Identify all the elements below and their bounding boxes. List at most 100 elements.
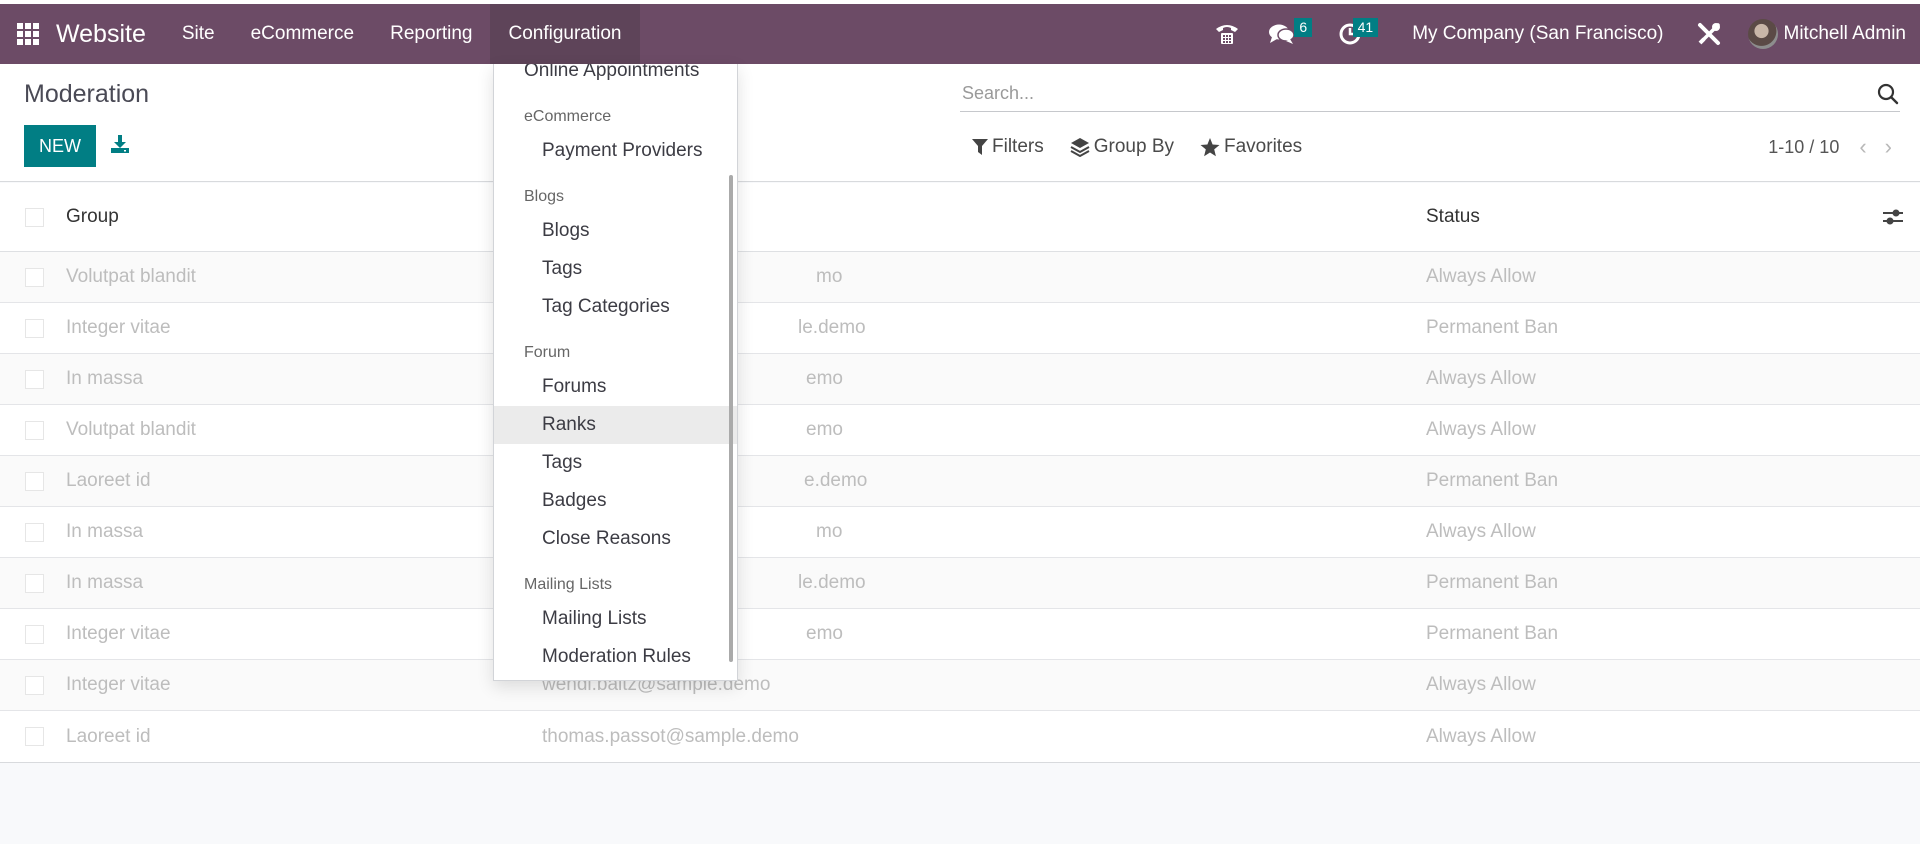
- configuration-dropdown: Online Appointments eCommerce Payment Pr…: [493, 64, 738, 681]
- phone-icon[interactable]: [1200, 4, 1254, 64]
- group-by-button[interactable]: Group By: [1070, 136, 1174, 158]
- control-panel: Moderation NEW Filters Group By: [0, 64, 1920, 182]
- row-checkbox[interactable]: [24, 573, 44, 593]
- section-header-mailing-lists: Mailing Lists: [524, 576, 613, 593]
- search-bar: [960, 76, 1900, 112]
- chat-badge: 6: [1294, 18, 1313, 37]
- list-body: Volutpat blandit mo Always Allow Integer…: [0, 252, 1920, 762]
- page-title: Moderation: [24, 80, 150, 108]
- table-row[interactable]: Integer vitae wendi.baltz@sample.demo Al…: [0, 660, 1920, 711]
- table-row[interactable]: In massa le.demo Permanent Ban: [0, 558, 1920, 609]
- top-navbar: Website Site eCommerce Reporting Configu…: [0, 4, 1920, 64]
- cell-status: Permanent Ban: [1426, 317, 1559, 338]
- menu-item-badges[interactable]: Badges: [494, 482, 737, 520]
- search-input[interactable]: [960, 83, 1876, 104]
- user-menu[interactable]: Mitchell Admin: [1736, 19, 1920, 49]
- cell-status: Always Allow: [1426, 368, 1536, 389]
- cell-status: Always Allow: [1426, 521, 1536, 542]
- cell-status: Always Allow: [1426, 725, 1536, 747]
- menu-item-forum-tags[interactable]: Tags: [494, 444, 737, 482]
- company-switcher[interactable]: My Company (San Francisco): [1390, 23, 1681, 45]
- download-icon[interactable]: [109, 133, 131, 155]
- row-checkbox[interactable]: [24, 675, 44, 695]
- section-header-blogs: Blogs: [524, 188, 565, 205]
- section-header-forum: Forum: [524, 344, 571, 361]
- table-row[interactable]: Integer vitae le.demo Permanent Ban: [0, 303, 1920, 354]
- cell-group: In massa: [66, 368, 144, 389]
- table-row[interactable]: In massa emo Always Allow: [0, 354, 1920, 405]
- section-header-ecommerce: eCommerce: [524, 108, 612, 125]
- row-checkbox[interactable]: [24, 369, 44, 389]
- favorites-button[interactable]: Favorites: [1200, 136, 1302, 158]
- row-checkbox[interactable]: [24, 471, 44, 491]
- cell-email: thomas.passot@sample.demo: [542, 725, 799, 747]
- activity-badge: 41: [1352, 18, 1379, 37]
- chevron-left-icon[interactable]: ‹: [1859, 134, 1866, 160]
- layers-icon: [1070, 138, 1090, 157]
- menu-item-mailing-lists[interactable]: Mailing Lists: [494, 600, 737, 638]
- row-checkbox[interactable]: [24, 727, 44, 746]
- menu-item-blogs[interactable]: Blogs: [494, 212, 737, 250]
- cell-status: Always Allow: [1426, 674, 1536, 695]
- cell-group: Integer vitae: [66, 317, 171, 338]
- menu-item-online-appointments[interactable]: Online Appointments: [494, 64, 737, 90]
- menu-item-ranks[interactable]: Ranks: [494, 406, 737, 444]
- table-row[interactable]: Laoreet id thomas.passot@sample.demo Alw…: [0, 711, 1920, 762]
- menu-configuration[interactable]: Configuration: [490, 4, 640, 64]
- menu-item-close-reasons[interactable]: Close Reasons: [494, 520, 737, 558]
- cell-status: Always Allow: [1426, 419, 1536, 440]
- column-header-group[interactable]: Group: [66, 206, 542, 228]
- chevron-right-icon[interactable]: ›: [1885, 134, 1892, 160]
- menu-site[interactable]: Site: [164, 4, 233, 64]
- chat-icon[interactable]: 6: [1254, 4, 1313, 64]
- select-all-checkbox[interactable]: [24, 207, 44, 227]
- pager-value[interactable]: 1-10 / 10: [1768, 137, 1839, 158]
- cell-group: Integer vitae: [66, 674, 171, 695]
- clock-icon[interactable]: 41: [1324, 4, 1379, 64]
- row-checkbox[interactable]: [24, 318, 44, 338]
- column-header-status[interactable]: Status: [1426, 206, 1866, 228]
- table-row[interactable]: Volutpat blandit mo Always Allow: [0, 252, 1920, 303]
- menu-item-tag-categories[interactable]: Tag Categories: [494, 288, 737, 326]
- menu-item-forums[interactable]: Forums: [494, 368, 737, 406]
- row-checkbox[interactable]: [24, 624, 44, 644]
- search-icon[interactable]: [1876, 82, 1900, 106]
- dropdown-scrollbar[interactable]: [729, 175, 733, 662]
- star-icon: [1200, 137, 1220, 156]
- new-button[interactable]: NEW: [24, 125, 96, 167]
- menu-ecommerce[interactable]: eCommerce: [233, 4, 372, 64]
- cell-group: Integer vitae: [66, 623, 171, 644]
- row-checkbox[interactable]: [24, 267, 44, 287]
- user-name: Mitchell Admin: [1783, 23, 1907, 44]
- apps-grid-icon[interactable]: [0, 4, 56, 64]
- filters-button[interactable]: Filters: [972, 136, 1044, 158]
- cell-group: Volutpat blandit: [66, 419, 196, 440]
- table-row[interactable]: Volutpat blandit emo Always Allow: [0, 405, 1920, 456]
- avatar: [1747, 19, 1778, 49]
- tools-icon[interactable]: [1682, 4, 1736, 64]
- cell-status: Permanent Ban: [1426, 623, 1559, 644]
- table-row[interactable]: Laoreet id e.demo Permanent Ban: [0, 456, 1920, 507]
- table-row[interactable]: In massa mo Always Allow: [0, 507, 1920, 558]
- menu-reporting[interactable]: Reporting: [372, 4, 490, 64]
- filter-icon: [972, 139, 988, 155]
- optional-columns-icon[interactable]: [1866, 207, 1920, 227]
- table-row[interactable]: Integer vitae emo Permanent Ban: [0, 609, 1920, 660]
- moderation-list: Group Status Volutpat blandit mo Always …: [0, 183, 1920, 763]
- row-checkbox[interactable]: [24, 522, 44, 542]
- cell-status: Permanent Ban: [1426, 572, 1559, 593]
- app-name[interactable]: Website: [56, 20, 164, 49]
- menu-item-payment-providers[interactable]: Payment Providers: [494, 132, 737, 170]
- menu-item-moderation-rules[interactable]: Moderation Rules: [494, 638, 737, 676]
- menu-item-blog-tags[interactable]: Tags: [494, 250, 737, 288]
- row-checkbox[interactable]: [24, 420, 44, 440]
- cell-group: In massa: [66, 521, 144, 542]
- cell-group: Volutpat blandit: [66, 266, 196, 287]
- search-options: Filters Group By Favorites: [972, 136, 1328, 158]
- list-header: Group Status: [0, 183, 1920, 252]
- cell-status: Always Allow: [1426, 266, 1536, 287]
- cell-status: Permanent Ban: [1426, 470, 1559, 491]
- cell-group: Laoreet id: [66, 470, 151, 491]
- cell-group: In massa: [66, 572, 144, 593]
- pager: 1-10 / 10 ‹ ›: [1768, 134, 1892, 160]
